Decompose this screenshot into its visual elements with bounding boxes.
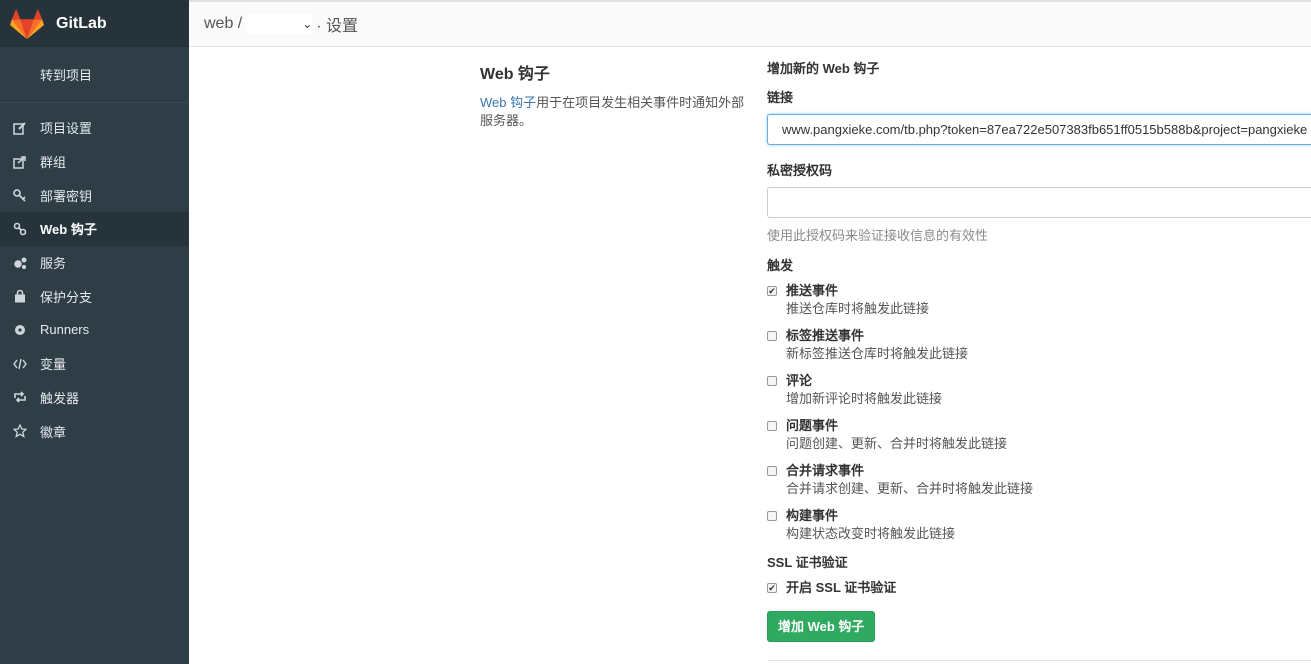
sidebar-item-badges[interactable]: 徽章 bbox=[0, 414, 189, 448]
build-events-checkbox[interactable] bbox=[767, 511, 777, 521]
webhook-description: Web 钩子 Web 钩子用于在项目发生相关事件时通知外部服务器。 bbox=[480, 60, 750, 130]
issues-events-checkbox[interactable] bbox=[767, 421, 777, 431]
trigger-desc: 新标签推送仓库时将触发此链接 bbox=[786, 345, 968, 363]
secret-token-input[interactable] bbox=[767, 187, 1311, 218]
sidebar-item-label: 徽章 bbox=[40, 422, 66, 441]
star-icon bbox=[12, 423, 28, 439]
chevron-down-icon: ⌄ bbox=[302, 17, 312, 31]
description-text: Web 钩子用于在项目发生相关事件时通知外部服务器。 bbox=[480, 94, 750, 130]
sidebar-item-webhooks[interactable]: Web 钩子 bbox=[0, 212, 189, 246]
sidebar-nav: 项目设置 群组 部署密钥 Web 钩子 服务 保护分支 Runners 变量 bbox=[0, 103, 189, 448]
url-label: 链接 bbox=[767, 87, 1311, 106]
key-icon bbox=[12, 187, 28, 203]
push-events-checkbox[interactable]: ✔ bbox=[767, 286, 777, 296]
secret-token-label: 私密授权码 bbox=[767, 160, 1311, 179]
sidebar-item-services[interactable]: 服务 bbox=[0, 246, 189, 280]
breadcrumb-settings: · 设置 bbox=[316, 12, 358, 36]
sidebar-item-label: 触发器 bbox=[40, 388, 79, 407]
trigger-title: 构建事件 bbox=[786, 507, 955, 525]
trigger-title: 评论 bbox=[786, 372, 942, 390]
link-icon bbox=[12, 221, 28, 237]
secret-token-help: 使用此授权码来验证接收信息的有效性 bbox=[767, 225, 1311, 244]
sidebar-item-label: 服务 bbox=[40, 253, 66, 272]
trigger-label: 触发 bbox=[767, 255, 1311, 274]
sidebar-item-variables[interactable]: 变量 bbox=[0, 347, 189, 381]
ssl-verification-option[interactable]: ✔ 开启 SSL 证书验证 bbox=[767, 579, 1311, 597]
top-header: web / ⌄ · 设置 bbox=[189, 0, 1311, 47]
sidebar-item-project-settings[interactable]: 项目设置 bbox=[0, 111, 189, 145]
sidebar-item-label: 保护分支 bbox=[40, 287, 92, 306]
edit-icon bbox=[12, 120, 28, 136]
trigger-title: 推送事件 bbox=[786, 282, 929, 300]
trigger-push-events[interactable]: ✔ 推送事件推送仓库时将触发此链接 bbox=[767, 282, 1311, 318]
comments-checkbox[interactable] bbox=[767, 376, 777, 386]
gitlab-logo-icon bbox=[10, 7, 44, 41]
tag-push-events-checkbox[interactable] bbox=[767, 331, 777, 341]
goto-project-link[interactable]: 转到项目 bbox=[0, 47, 189, 103]
trigger-title: 问题事件 bbox=[786, 417, 1007, 435]
sidebar-item-label: 部署密钥 bbox=[40, 186, 92, 205]
ssl-label: SSL 证书验证 bbox=[767, 552, 1311, 571]
sidebar-item-label: 群组 bbox=[40, 152, 66, 171]
cogs-icon bbox=[12, 255, 28, 271]
trigger-comments[interactable]: 评论增加新评论时将触发此链接 bbox=[767, 372, 1311, 408]
sidebar: GitLab 转到项目 项目设置 群组 部署密钥 Web 钩子 服务 保护分支 bbox=[0, 0, 189, 664]
sidebar-item-triggers[interactable]: 触发器 bbox=[0, 381, 189, 415]
form-title: 增加新的 Web 钩子 bbox=[767, 58, 1311, 77]
page-title: Web 钩子 bbox=[480, 60, 750, 84]
trigger-title: 标签推送事件 bbox=[786, 327, 968, 345]
trigger-issues-events[interactable]: 问题事件问题创建、更新、合并时将触发此链接 bbox=[767, 417, 1311, 453]
retweet-icon bbox=[12, 389, 28, 405]
sidebar-item-deploy-keys[interactable]: 部署密钥 bbox=[0, 178, 189, 212]
code-icon bbox=[12, 356, 28, 372]
brand[interactable]: GitLab bbox=[0, 0, 189, 47]
trigger-desc: 合并请求创建、更新、合并时将触发此链接 bbox=[786, 480, 1033, 498]
trigger-tag-push-events[interactable]: 标签推送事件新标签推送仓库时将触发此链接 bbox=[767, 327, 1311, 363]
lock-icon bbox=[12, 288, 28, 304]
sidebar-item-label: Web 钩子 bbox=[40, 219, 97, 238]
trigger-desc: 问题创建、更新、合并时将触发此链接 bbox=[786, 435, 1007, 453]
sidebar-item-groups[interactable]: 群组 bbox=[0, 145, 189, 179]
trigger-desc: 增加新评论时将触发此链接 bbox=[786, 390, 942, 408]
sidebar-item-label: 变量 bbox=[40, 354, 66, 373]
webhook-form: 增加新的 Web 钩子 链接 www.pangxieke.com/tb.php?… bbox=[767, 58, 1311, 642]
ssl-option-label: 开启 SSL 证书验证 bbox=[786, 579, 896, 597]
share-icon bbox=[12, 154, 28, 170]
trigger-merge-request-events[interactable]: 合并请求事件合并请求创建、更新、合并时将触发此链接 bbox=[767, 462, 1311, 498]
breadcrumb-project[interactable]: web / bbox=[204, 15, 242, 33]
add-webhook-button[interactable]: 增加 Web 钩子 bbox=[767, 611, 875, 642]
trigger-build-events[interactable]: 构建事件构建状态改变时将触发此链接 bbox=[767, 507, 1311, 543]
sidebar-item-protected-branches[interactable]: 保护分支 bbox=[0, 279, 189, 313]
project-selector[interactable]: ⌄ bbox=[246, 14, 312, 34]
divider bbox=[767, 660, 1311, 661]
merge-request-events-checkbox[interactable] bbox=[767, 466, 777, 476]
trigger-desc: 推送仓库时将触发此链接 bbox=[786, 300, 929, 318]
webhook-doc-link[interactable]: Web 钩子 bbox=[480, 95, 536, 110]
url-input[interactable]: www.pangxieke.com/tb.php?token=87ea722e5… bbox=[767, 114, 1311, 145]
sidebar-item-runners[interactable]: Runners bbox=[0, 313, 189, 347]
ssl-verification-checkbox[interactable]: ✔ bbox=[767, 583, 777, 593]
sidebar-item-label: Runners bbox=[40, 322, 89, 337]
app-name: GitLab bbox=[56, 15, 107, 33]
gear-icon bbox=[12, 322, 28, 338]
sidebar-item-label: 项目设置 bbox=[40, 118, 92, 137]
trigger-desc: 构建状态改变时将触发此链接 bbox=[786, 525, 955, 543]
trigger-title: 合并请求事件 bbox=[786, 462, 1033, 480]
